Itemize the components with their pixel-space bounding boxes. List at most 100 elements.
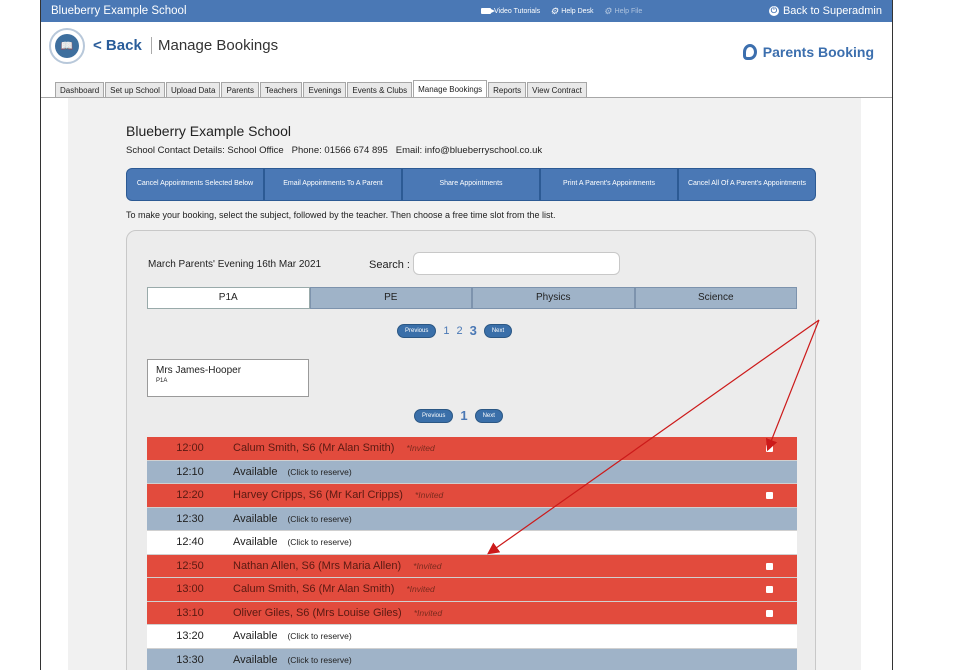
page-number[interactable]: 3 — [470, 323, 477, 338]
click-to-reserve-label: (Click to reserve) — [287, 513, 352, 524]
topbar-help-links: Video Tutorials ⚙ Help Desk ⚙ Help File — [481, 0, 642, 22]
back-to-superadmin-link[interactable]: ⏻ Back to Superadmin — [768, 0, 882, 22]
subject-pager: Previous 1 2 3 Next — [397, 323, 513, 338]
teacher-card[interactable]: Mrs James-Hooper P1A — [147, 359, 309, 397]
back-link[interactable]: < Back — [93, 37, 142, 54]
teacher-name: Mrs James-Hooper — [156, 365, 242, 376]
teacher-pager: Previous 1 Next — [414, 408, 503, 423]
booking-instructions: To make your booking, select the subject… — [126, 210, 556, 220]
search-input[interactable] — [413, 252, 620, 275]
video-tutorials-label: Video Tutorials — [494, 7, 541, 15]
appointment-slot-row[interactable]: 12:30 Available (Click to reserve) — [147, 507, 797, 531]
invited-label: *Invited — [406, 443, 435, 454]
appointment-slot-row[interactable]: 13:30 Available (Click to reserve) — [147, 648, 797, 670]
school-logo-icon: 📖 — [49, 28, 85, 64]
back-to-superadmin-label: Back to Superadmin — [782, 5, 882, 17]
share-appointments-button[interactable]: Share Appointments — [402, 168, 540, 201]
page-number[interactable]: 2 — [456, 325, 462, 337]
appointment-slot-row[interactable]: 12:20 Harvey Cripps, S6 (Mr Karl Cripps) *… — [147, 484, 797, 508]
previous-page-button[interactable]: Previous — [397, 323, 437, 338]
appointment-slot-row[interactable]: 13:20 Available (Click to reserve) — [147, 625, 797, 649]
appointment-slots: 12:00 Calum Smith, S6 (Mr Alan Smith) *Inv… — [147, 437, 797, 670]
print-a-parent-s-appointments-button[interactable]: Print A Parent's Appointments — [540, 168, 678, 201]
slot-time: 12:40 — [176, 536, 204, 549]
next-page-button[interactable]: Next — [483, 323, 513, 338]
contact-office: School Office — [227, 145, 284, 156]
click-to-reserve-label: (Click to reserve) — [287, 466, 352, 477]
slot-booking: Calum Smith, S6 (Mr Alan Smith) — [233, 442, 395, 455]
tab-events-clubs[interactable]: Events & Clubs — [347, 82, 413, 97]
slot-booking: Available — [233, 536, 278, 549]
checkbox-icon[interactable] — [766, 445, 773, 452]
page-number[interactable]: 1 — [460, 408, 467, 423]
help-file-link[interactable]: ⚙ Help File — [604, 6, 643, 17]
invited-label: *Invited — [414, 490, 444, 501]
slot-booking: Available — [233, 653, 278, 666]
top-bar: Blueberry Example School Video Tutorials… — [41, 0, 892, 22]
appointment-slot-row[interactable]: 13:00 Calum Smith, S6 (Mr Alan Smith) *Inv… — [147, 578, 797, 602]
subject-tab-physics[interactable]: Physics — [472, 287, 635, 309]
slot-booking: Nathan Allen, S6 (Mrs Maria Allen) — [233, 559, 402, 572]
tab-manage-bookings[interactable]: Manage Bookings — [413, 80, 488, 97]
email-appointments-to-a-parent-button[interactable]: Email Appointments To A Parent — [264, 168, 402, 201]
video-tutorials-link[interactable]: Video Tutorials — [481, 8, 540, 15]
slot-time: 13:00 — [176, 583, 204, 596]
cancel-all-of-a-parent-s-appointments-button[interactable]: Cancel All Of A Parent's Appointments — [678, 168, 816, 201]
power-icon: ⏻ — [768, 6, 779, 16]
appointment-slot-row[interactable]: 12:10 Available (Click to reserve) — [147, 460, 797, 484]
tab-upload-data[interactable]: Upload Data — [165, 82, 221, 97]
subject-tabs: P1A PE Physics Science — [147, 287, 797, 309]
help-desk-icon: ⚙ — [550, 5, 559, 16]
help-file-label: Help File — [614, 7, 643, 15]
video-camera-icon — [481, 8, 495, 14]
checkbox-icon[interactable] — [766, 609, 773, 617]
search-label: Search : — [369, 259, 410, 271]
header-divider — [151, 37, 152, 54]
help-desk-label: Help Desk — [561, 7, 594, 15]
subject-tab-science[interactable]: Science — [634, 287, 797, 309]
checkbox-icon[interactable] — [766, 562, 773, 570]
subject-tab-p1a[interactable]: P1A — [147, 287, 310, 309]
evening-title: March Parents' Evening 16th Mar 2021 — [148, 259, 322, 270]
tab-evenings[interactable]: Evenings — [303, 82, 347, 97]
appointment-slot-row[interactable]: 13:10 Oliver Giles, S6 (Mrs Louise Giles)… — [147, 601, 797, 625]
brand-name: Parents Booking — [762, 44, 874, 60]
email-value: info@blueberryschool.co.uk — [424, 145, 543, 156]
tab-reports[interactable]: Reports — [488, 82, 527, 97]
contact-label: School Contact Details: — [126, 145, 225, 156]
click-to-reserve-label: (Click to reserve) — [287, 631, 352, 642]
parents-booking-logo-icon — [742, 44, 757, 60]
tab-bar: Dashboard Set up School Upload Data Parents… — [55, 80, 588, 97]
next-page-button[interactable]: Next — [474, 408, 503, 423]
slot-booking: Available — [233, 512, 278, 525]
topbar-school-name: Blueberry Example School — [51, 5, 187, 17]
checkbox-icon[interactable] — [766, 586, 773, 593]
page-header: 📖 < Back Manage Bookings Parents Booking — [41, 22, 892, 80]
brand: Parents Booking — [742, 44, 874, 60]
appointment-slot-row[interactable]: 12:40 Available (Click to reserve) — [147, 531, 797, 555]
app-window: Blueberry Example School Video Tutorials… — [40, 0, 893, 670]
tab-parents[interactable]: Parents — [221, 82, 260, 97]
subject-tab-pe[interactable]: PE — [309, 287, 472, 309]
appointment-slot-row[interactable]: 12:50 Nathan Allen, S6 (Mrs Maria Allen) *… — [147, 554, 797, 578]
school-heading: Blueberry Example School — [126, 123, 291, 139]
email-label: Email: — [395, 145, 423, 156]
help-desk-link[interactable]: ⚙ Help Desk — [550, 6, 593, 17]
phone-value: 01566 674 895 — [324, 145, 388, 156]
slot-booking: Harvey Cripps, S6 (Mr Karl Cripps) — [233, 489, 403, 502]
slot-time: 13:30 — [176, 653, 204, 666]
appointment-slot-row[interactable]: 12:00 Calum Smith, S6 (Mr Alan Smith) *Inv… — [147, 437, 797, 461]
cancel-appointments-selected-below-button[interactable]: Cancel Appointments Selected Below — [126, 168, 264, 201]
tab-teachers[interactable]: Teachers — [260, 82, 303, 97]
phone-label: Phone: — [291, 145, 322, 156]
slot-time: 12:10 — [176, 465, 204, 478]
checkbox-icon[interactable] — [766, 492, 773, 499]
previous-page-button[interactable]: Previous — [414, 408, 454, 423]
tab-view-contract[interactable]: View Contract — [527, 82, 587, 97]
tab-set-up-school[interactable]: Set up School — [105, 82, 165, 97]
page-number[interactable]: 1 — [443, 325, 449, 337]
slot-time: 13:10 — [176, 606, 204, 619]
tab-dashboard[interactable]: Dashboard — [55, 82, 105, 97]
slot-booking: Oliver Giles, S6 (Mrs Louise Giles) — [233, 606, 402, 619]
click-to-reserve-label: (Click to reserve) — [287, 654, 352, 665]
